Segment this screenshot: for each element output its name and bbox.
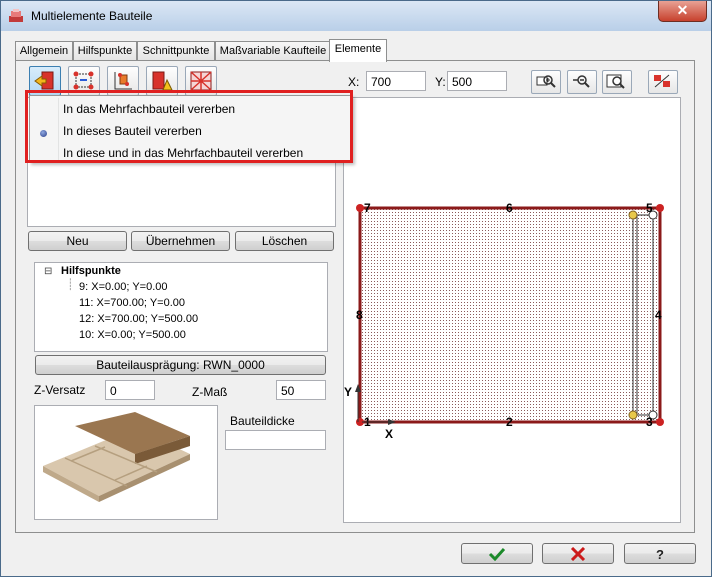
zoom-in-icon — [536, 75, 556, 88]
tree-connector: ┊ — [67, 279, 74, 291]
window-title: Multielemente Bauteile — [31, 9, 153, 23]
delete-button[interactable]: Löschen — [235, 231, 334, 251]
tree-item[interactable]: 9: X=0.00; Y=0.00 — [79, 281, 167, 293]
axis-y-label: Y — [344, 385, 352, 399]
check-icon — [488, 547, 506, 562]
zoom-fit-icon — [606, 74, 625, 89]
tree-collapse-icon[interactable]: ⊟ — [44, 266, 52, 277]
variant-button[interactable]: Bauteilausprägung: RWN_0000 — [35, 355, 326, 375]
z-offset-input[interactable]: 0 — [105, 380, 155, 400]
tab-schnittpunkte[interactable]: Schnittpunkte — [137, 41, 215, 61]
zoom-fit-button[interactable] — [602, 70, 632, 94]
tree-item[interactable]: 12: X=700.00; Y=500.00 — [79, 313, 198, 325]
svg-text:?: ? — [656, 547, 664, 561]
menu-highlight-frame — [25, 90, 353, 163]
inherit-icon — [34, 71, 54, 90]
tab-elemente[interactable]: Elemente — [329, 39, 387, 62]
question-icon: ? — [656, 547, 664, 562]
edge-label-6: 6 — [506, 201, 513, 215]
corner-label-5: 5 — [646, 201, 653, 215]
tab-massvariable-kaufteile[interactable]: Maßvariable Kaufteile — [215, 41, 331, 61]
corner-point — [656, 204, 664, 212]
y-label: Y: — [435, 75, 446, 89]
x-label: X: — [348, 75, 360, 89]
help-button[interactable]: ? — [624, 543, 696, 564]
edge-label-8: 8 — [356, 308, 363, 322]
points-tree[interactable]: ⊟ Hilfspunkte ┊ 9: X=0.00; Y=0.00 11: X=… — [34, 262, 328, 352]
corner-label-7: 7 — [364, 201, 371, 215]
corner-point — [356, 204, 364, 212]
part-preview — [34, 405, 218, 520]
pattern-icon — [190, 71, 212, 91]
new-button[interactable]: Neu — [28, 231, 127, 251]
thickness-label: Bauteildicke — [230, 414, 295, 428]
z-dim-label: Z-Maß — [192, 385, 228, 399]
x-icon — [570, 546, 586, 562]
tab-allgemein[interactable]: Allgemein — [15, 41, 73, 61]
y-input[interactable]: 500 — [447, 71, 507, 91]
take-button[interactable]: Übernehmen — [131, 231, 230, 251]
helper-point — [628, 210, 638, 220]
part-warning-icon — [152, 71, 173, 91]
edge-label-2: 2 — [506, 415, 513, 429]
z-offset-label: Z-Versatz — [34, 383, 86, 397]
zoom-out-icon — [573, 75, 590, 88]
tree-item[interactable]: 10: X=0.00; Y=500.00 — [79, 329, 186, 341]
zoom-in-button[interactable] — [531, 70, 561, 94]
thickness-input[interactable] — [225, 430, 326, 450]
ok-button[interactable] — [461, 543, 533, 564]
points-icon — [73, 71, 94, 90]
app-icon — [9, 9, 23, 22]
axis-icon — [114, 72, 132, 90]
tree-item[interactable]: 11: X=700.00; Y=0.00 — [79, 297, 185, 309]
swap-icon — [654, 74, 670, 88]
wood-panel-image — [43, 412, 190, 502]
dialog-window: Multielemente Bauteile ✕ Allgemein Hilfs… — [0, 0, 712, 577]
part-drawing: 7 6 5 8 4 1 2 3 Y X — [344, 201, 664, 441]
part-outline — [358, 206, 662, 424]
cancel-button[interactable] — [542, 543, 614, 564]
x-input[interactable]: 700 — [366, 71, 426, 91]
zoom-out-button[interactable] — [567, 70, 597, 94]
tree-root-hilfspunkte[interactable]: Hilfspunkte — [61, 265, 121, 277]
axis-x-label: X — [385, 427, 393, 441]
close-button[interactable]: ✕ — [658, 1, 707, 22]
corner-label-3: 3 — [646, 415, 653, 429]
corner-point — [656, 418, 664, 426]
title-bar: Multielemente Bauteile ✕ — [1, 1, 711, 31]
edge-label-4: 4 — [655, 308, 662, 322]
tab-hilfspunkte[interactable]: Hilfspunkte — [73, 41, 137, 61]
drawing-canvas[interactable]: 7 6 5 8 4 1 2 3 Y X — [343, 97, 681, 523]
z-dim-input[interactable]: 50 — [276, 380, 326, 400]
toggle-view-button[interactable] — [648, 70, 678, 94]
helper-point — [628, 410, 638, 420]
